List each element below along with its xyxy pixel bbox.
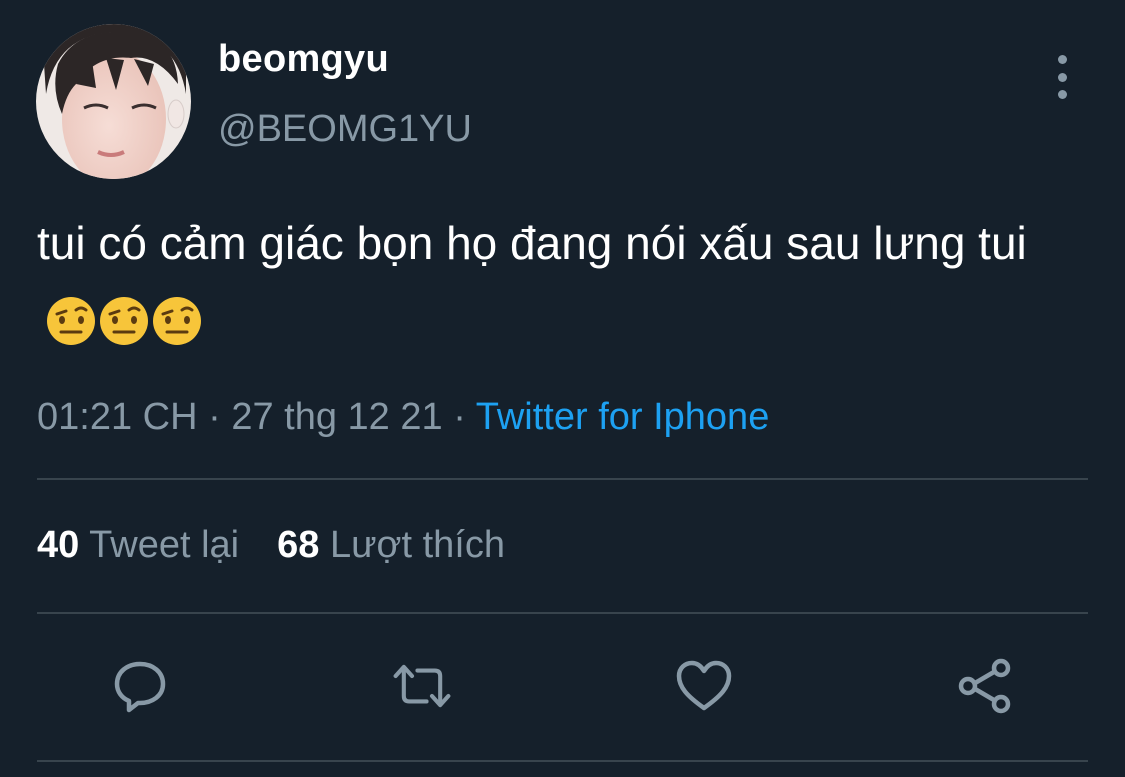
tweet-stats: 40 Tweet lại 68 Lượt thích bbox=[37, 524, 505, 567]
tweet-time: 01:21 CH bbox=[37, 396, 198, 438]
reply-button[interactable] bbox=[110, 656, 170, 716]
meta-separator: · bbox=[442, 396, 476, 438]
raised-eyebrow-emoji-icon bbox=[47, 296, 95, 345]
retweets-stat[interactable]: 40 Tweet lại bbox=[37, 524, 239, 566]
user-handle[interactable]: @BEOMG1YU bbox=[218, 108, 472, 151]
dot bbox=[1057, 72, 1067, 82]
retweets-label: Tweet lại bbox=[89, 524, 240, 566]
display-name[interactable]: beomgyu bbox=[218, 38, 389, 81]
likes-stat[interactable]: 68 Lượt thích bbox=[277, 524, 505, 566]
divider bbox=[37, 478, 1088, 480]
raised-eyebrow-emoji-icon bbox=[100, 296, 148, 345]
dot bbox=[1057, 90, 1067, 99]
reply-icon bbox=[114, 661, 166, 713]
more-options-icon[interactable] bbox=[1050, 55, 1074, 99]
share-icon bbox=[958, 658, 1011, 714]
meta-separator: · bbox=[197, 396, 232, 438]
tweet-meta: 01:21 CH · 27 thg 12 21 · Twitter for Ip… bbox=[37, 396, 769, 439]
tweet-text: tui có cảm giác bọn họ đang nói xấu sau … bbox=[37, 208, 1087, 352]
divider bbox=[37, 612, 1088, 614]
dot bbox=[1057, 55, 1067, 64]
likes-label: Lượt thích bbox=[329, 524, 505, 566]
avatar[interactable] bbox=[36, 24, 191, 179]
retweet-button[interactable] bbox=[392, 656, 452, 716]
tweet-date: 27 thg 12 21 bbox=[231, 396, 443, 438]
emoji-group bbox=[45, 282, 204, 352]
like-icon bbox=[676, 660, 732, 711]
retweet-count: 40 bbox=[37, 524, 80, 566]
like-count: 68 bbox=[277, 524, 320, 566]
raised-eyebrow-emoji-icon bbox=[153, 296, 201, 345]
divider bbox=[37, 760, 1088, 762]
tweet-body: tui có cảm giác bọn họ đang nói xấu sau … bbox=[37, 217, 1027, 269]
retweet-icon bbox=[393, 664, 451, 708]
tweet-source-link[interactable]: Twitter for Iphone bbox=[476, 396, 770, 438]
like-button[interactable] bbox=[674, 656, 734, 716]
share-button[interactable] bbox=[955, 656, 1015, 716]
